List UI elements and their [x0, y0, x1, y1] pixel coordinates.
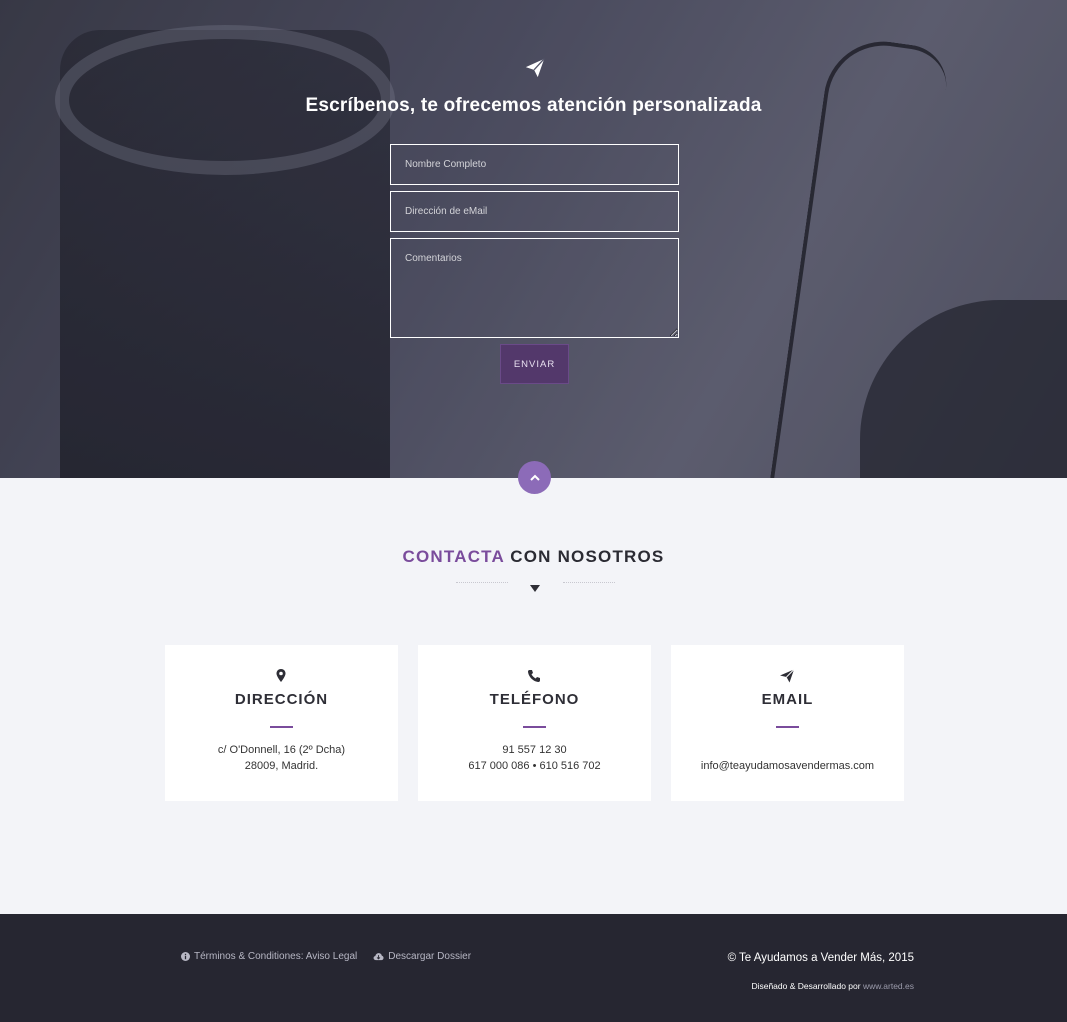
- copyright: © Te Ayudamos a Vender Más, 2015: [727, 952, 914, 964]
- address-line: c/ O'Donnell, 16 (2º Dcha): [217, 744, 346, 756]
- card-title-rule: [523, 726, 546, 728]
- credits: Diseñado & Desarrollado por www.arted.es: [751, 981, 914, 991]
- email-address-link[interactable]: info@teayudamosavendermas.com: [671, 760, 904, 772]
- phone-mobiles[interactable]: 617 000 086 • 610 516 702: [418, 760, 651, 772]
- section-title-rest: CON NOSOTROS: [504, 547, 665, 566]
- credits-site-link[interactable]: www.arted.es: [863, 981, 914, 991]
- dossier-link[interactable]: Descargar Dossier: [373, 951, 471, 962]
- card-title: TELÉFONO: [489, 691, 580, 708]
- caret-down-icon: [529, 578, 541, 592]
- paper-plane-icon: [524, 57, 546, 79]
- phone-icon: [526, 668, 542, 684]
- cloud-download-icon: [373, 953, 384, 961]
- hero-title: Escríbenos, te ofrecemos atención person…: [305, 95, 762, 116]
- section-title: CONTACTA CON NOSOTROS: [0, 547, 1067, 567]
- terms-link[interactable]: Términos & Conditiones: Aviso Legal: [181, 951, 357, 962]
- info-icon: [181, 952, 190, 961]
- send-button[interactable]: ENVIAR: [500, 344, 569, 384]
- dossier-link-label: Descargar Dossier: [388, 951, 472, 962]
- credits-prefix: Diseñado & Desarrollado por: [751, 981, 863, 991]
- card-title: EMAIL: [761, 691, 814, 708]
- footer: Términos & Conditiones: Aviso Legal Desc…: [0, 914, 1067, 1022]
- section-title-accent: CONTACTA: [402, 547, 505, 566]
- paper-plane-icon: [779, 668, 795, 684]
- name-field[interactable]: [390, 144, 679, 185]
- footer-links: Términos & Conditiones: Aviso Legal Desc…: [181, 951, 471, 962]
- address-city: 28009, Madrid.: [244, 760, 319, 772]
- card-title-rule: [776, 726, 799, 728]
- chevron-up-icon: [529, 474, 540, 481]
- terms-link-label: Términos & Conditiones: Aviso Legal: [194, 951, 358, 962]
- email-field[interactable]: [390, 191, 679, 232]
- divider-right: [563, 582, 615, 583]
- scroll-up-button[interactable]: [518, 461, 551, 494]
- card-title-rule: [270, 726, 293, 728]
- contact-section: CONTACTA CON NOSOTROS DIRECCIÓN c/ O'Don…: [0, 478, 1067, 914]
- phone-card: TELÉFONO 91 557 12 30 617 000 086 • 610 …: [418, 645, 651, 801]
- card-title: DIRECCIÓN: [234, 691, 329, 708]
- divider-left: [456, 582, 508, 583]
- email-card: EMAIL info@teayudamosavendermas.com: [671, 645, 904, 801]
- map-marker-icon: [273, 668, 289, 684]
- comments-field[interactable]: [390, 238, 679, 338]
- hero-section: Escríbenos, te ofrecemos atención person…: [0, 0, 1067, 478]
- phone-landline[interactable]: 91 557 12 30: [418, 744, 651, 756]
- address-card: DIRECCIÓN c/ O'Donnell, 16 (2º Dcha) 280…: [165, 645, 398, 801]
